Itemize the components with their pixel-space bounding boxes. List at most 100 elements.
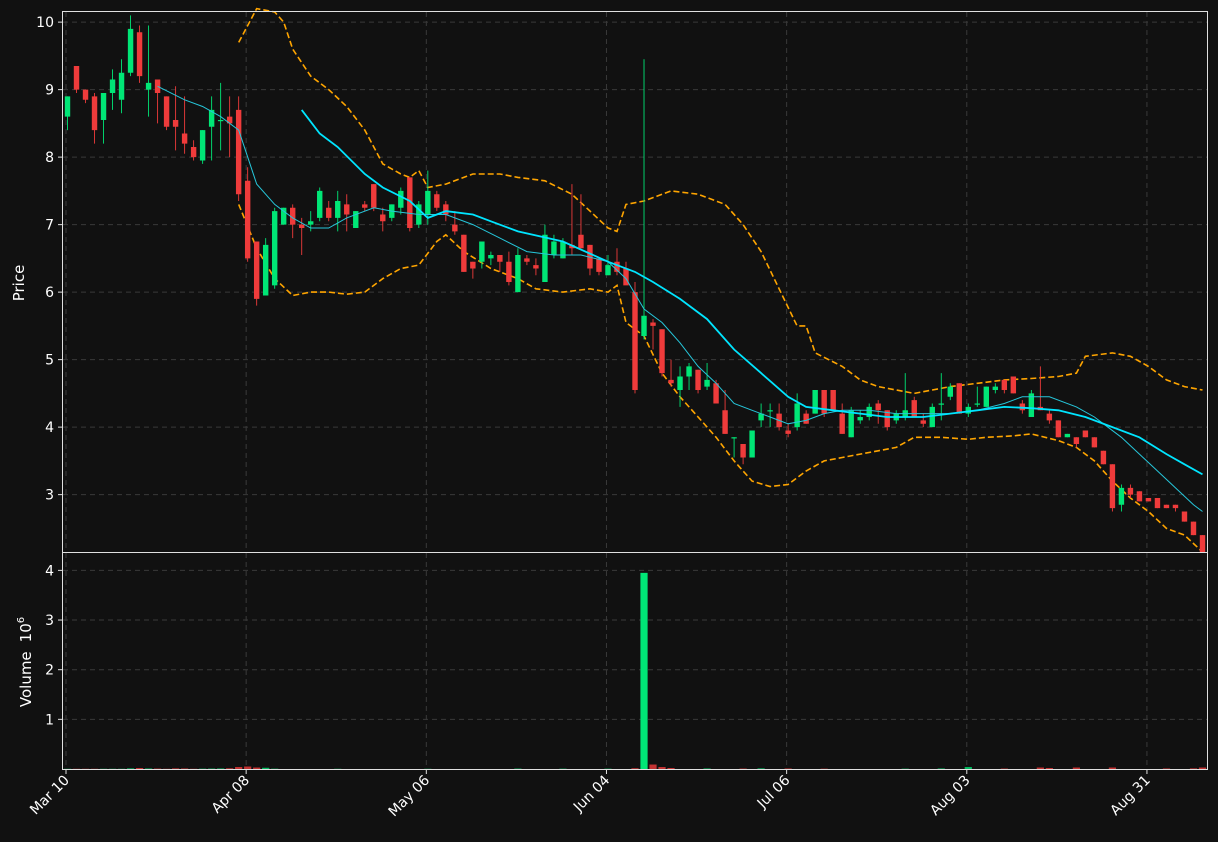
candle [371, 184, 377, 212]
candle-body [244, 180, 251, 259]
candle-body [560, 241, 566, 259]
candle-body [974, 403, 981, 405]
candle [983, 386, 990, 407]
volume-bar [640, 572, 648, 769]
candle-body [920, 420, 926, 424]
candle-body [308, 221, 314, 225]
candle-body [533, 265, 539, 269]
candle [199, 130, 206, 164]
volume-bar [1198, 767, 1207, 769]
candle-body [992, 386, 999, 390]
candle [461, 234, 467, 272]
volume-bar [244, 766, 252, 769]
candle-body [299, 224, 305, 228]
candle-body [380, 214, 386, 222]
candle-body [947, 386, 953, 397]
candle [271, 207, 278, 289]
candle-body [1199, 535, 1206, 552]
candle [812, 390, 818, 414]
candle-body [1091, 437, 1098, 448]
volume-scale-base: 10 [17, 623, 35, 642]
volume-bar [658, 767, 666, 769]
candle [262, 238, 269, 296]
candle-body [181, 133, 188, 144]
candle-body [362, 204, 368, 208]
candle-body [713, 383, 719, 404]
candle-body [154, 79, 161, 93]
candle-body [344, 204, 350, 215]
volume-axis-label-group: Volume 106 [16, 617, 35, 707]
candle-body [632, 292, 638, 390]
candle-body [794, 403, 800, 428]
volume-bar [1036, 767, 1044, 769]
candle [1145, 498, 1152, 502]
volume-bar [964, 767, 972, 769]
candle-body [695, 369, 701, 390]
candle-body [479, 241, 485, 262]
candle-body [1064, 433, 1071, 438]
candle-body [1181, 511, 1188, 522]
candle [1154, 498, 1161, 509]
candle [1136, 491, 1143, 502]
candle-body [190, 147, 197, 158]
candle-body [911, 400, 917, 417]
volume-bar [262, 767, 270, 769]
candle-body [262, 244, 269, 296]
price-axis-label: Price [10, 265, 28, 302]
candle-body [857, 417, 863, 421]
candle-body [848, 410, 854, 438]
candle [244, 167, 251, 262]
candle-body [271, 211, 278, 286]
price-tick-label: 6 [45, 285, 54, 301]
candle-body [731, 437, 737, 439]
candle-body [443, 204, 449, 215]
candle-body [452, 224, 458, 232]
candle-body [109, 79, 116, 93]
candle [1064, 433, 1071, 438]
candle-body [965, 406, 971, 414]
candle-body [1046, 413, 1053, 421]
candle-body [434, 194, 440, 208]
candle [695, 369, 701, 394]
candle-body [659, 329, 665, 374]
volume-tick-label: 1 [45, 712, 54, 728]
candle-body [253, 241, 260, 299]
candle-body [136, 32, 143, 77]
candle-body [578, 234, 584, 249]
candle [1190, 521, 1197, 536]
candle-body [1163, 504, 1170, 509]
candle [749, 430, 755, 458]
candle [317, 187, 323, 222]
candle-body [839, 413, 845, 434]
candle-body [812, 390, 818, 414]
candle [1055, 420, 1062, 438]
candle-body [335, 201, 341, 218]
candle [1091, 437, 1098, 448]
candle-body [830, 390, 836, 411]
candle-body [686, 366, 692, 377]
price-tick-label: 8 [45, 150, 54, 166]
price-tick-label: 4 [45, 420, 54, 436]
candle-body [650, 322, 656, 326]
candle [1109, 464, 1116, 512]
volume-bar [649, 764, 657, 769]
candle-body [803, 413, 809, 424]
candle-body [317, 190, 323, 218]
candle [1199, 535, 1206, 552]
candle-body [163, 96, 170, 127]
volume-axis-label: Volume 106 [16, 617, 35, 707]
candle-body [875, 403, 881, 411]
candle-body [1001, 379, 1008, 390]
candle [235, 96, 242, 201]
candle-body [749, 430, 755, 458]
candle-body [542, 234, 548, 282]
candle-body [73, 66, 80, 90]
candle-body [1082, 430, 1089, 438]
stock-chart: 3456789101234Mar 10 Apr 08 May 06 Jun 04 Jul… [0, 0, 1218, 842]
candle-body [1100, 450, 1107, 465]
price-tick-label: 5 [45, 353, 54, 369]
candle-body [326, 207, 332, 218]
volume-bar [1108, 767, 1117, 769]
candle-body [938, 403, 944, 405]
candle-body [199, 130, 206, 161]
